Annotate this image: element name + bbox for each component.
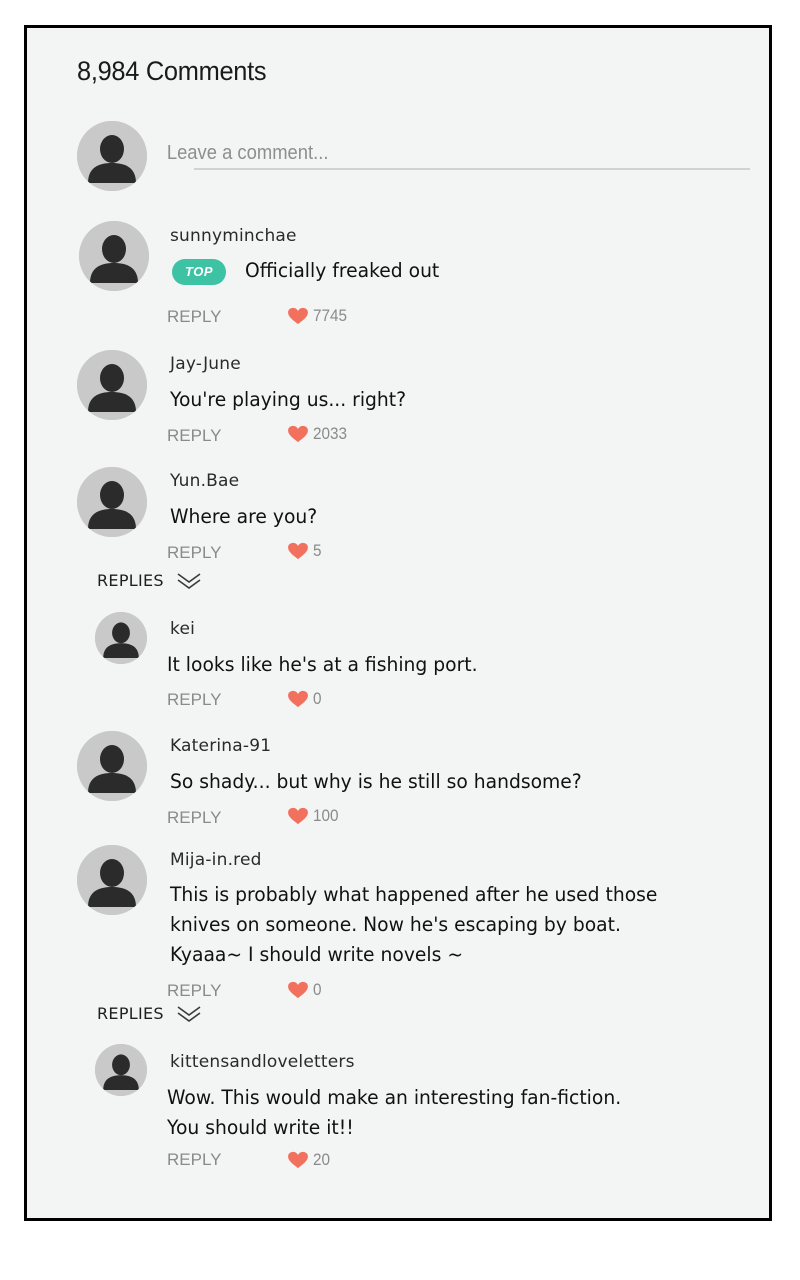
like-button[interactable]: 0: [287, 980, 322, 1000]
avatar[interactable]: [77, 350, 147, 420]
like-button[interactable]: 20: [287, 1150, 332, 1170]
like-count: 5: [313, 541, 322, 560]
heart-icon: [288, 690, 308, 708]
double-chevron-down-icon: [177, 1005, 201, 1022]
reply-button[interactable]: REPLY: [167, 307, 222, 327]
avatar[interactable]: [79, 221, 149, 291]
reply-text: It looks like he's at a fishing port.: [167, 653, 478, 676]
comment-username[interactable]: Yun.Bae: [170, 471, 239, 491]
comment-username[interactable]: Katerina-91: [170, 736, 271, 756]
replies-label: REPLIES: [97, 571, 164, 590]
person-silhouette-icon: [95, 612, 147, 664]
avatar[interactable]: [77, 467, 147, 537]
like-count: 0: [313, 689, 322, 708]
reply-username[interactable]: kittensandloveletters: [170, 1052, 355, 1072]
like-count: 7745: [313, 306, 348, 325]
like-button[interactable]: 0: [287, 689, 322, 709]
heart-icon: [288, 307, 308, 325]
person-silhouette-icon: [77, 350, 147, 420]
comment-username[interactable]: Jay-June: [170, 354, 241, 374]
comments-panel: 8,984 Comments sunnyminchae TOP Official…: [24, 25, 772, 1221]
reply-button[interactable]: REPLY: [167, 543, 222, 563]
reply-button[interactable]: REPLY: [167, 690, 222, 710]
like-count: 2033: [313, 424, 348, 443]
reply-avatar[interactable]: [95, 1044, 147, 1096]
reply-text-line: You should write it!!: [167, 1116, 354, 1139]
like-button[interactable]: 5: [287, 541, 322, 561]
replies-toggle[interactable]: REPLIES: [97, 1004, 202, 1023]
comment-text: You're playing us... right?: [170, 388, 407, 411]
person-silhouette-icon: [77, 731, 147, 801]
like-count: 20: [313, 1150, 331, 1169]
reply-button[interactable]: REPLY: [167, 426, 222, 446]
like-button[interactable]: 100: [287, 806, 341, 826]
comment-text: So shady... but why is he still so hands…: [170, 770, 582, 793]
like-count: 0: [313, 980, 322, 999]
reply-button[interactable]: REPLY: [167, 1150, 222, 1170]
double-chevron-down-icon: [177, 572, 201, 589]
avatar[interactable]: [77, 731, 147, 801]
comment-input-underline: [194, 168, 750, 170]
comment-text-line: Kyaaa~ I should write novels ~: [170, 943, 464, 966]
reply-button[interactable]: REPLY: [167, 981, 222, 1001]
heart-icon: [288, 425, 308, 443]
person-silhouette-icon: [79, 221, 149, 291]
comment-text-line: knives on someone. Now he's escaping by …: [170, 913, 621, 936]
avatar[interactable]: [77, 845, 147, 915]
comment-text-line: This is probably what happened after he …: [170, 883, 658, 906]
reply-username[interactable]: kei: [170, 619, 195, 639]
top-badge: TOP: [172, 259, 226, 285]
comment-input[interactable]: [165, 138, 710, 168]
comment-count-title: 8,984 Comments: [77, 56, 267, 86]
current-user-avatar: [77, 121, 147, 191]
comment-username[interactable]: sunnyminchae: [170, 226, 297, 246]
replies-label: REPLIES: [97, 1004, 164, 1023]
reply-avatar[interactable]: [95, 612, 147, 664]
comment-username[interactable]: Mija-in.red: [170, 850, 262, 870]
comment-text: Where are you?: [170, 505, 318, 528]
reply-button[interactable]: REPLY: [167, 808, 222, 828]
heart-icon: [288, 1151, 308, 1169]
person-silhouette-icon: [77, 121, 147, 191]
like-button[interactable]: 7745: [287, 306, 351, 326]
heart-icon: [288, 807, 308, 825]
like-button[interactable]: 2033: [287, 424, 351, 444]
person-silhouette-icon: [77, 467, 147, 537]
comment-text: Officially freaked out: [245, 259, 440, 282]
replies-toggle[interactable]: REPLIES: [97, 571, 202, 590]
heart-icon: [288, 981, 308, 999]
heart-icon: [288, 542, 308, 560]
like-count: 100: [313, 806, 339, 825]
person-silhouette-icon: [95, 1044, 147, 1096]
person-silhouette-icon: [77, 845, 147, 915]
reply-text-line: Wow. This would make an interesting fan-…: [167, 1086, 622, 1109]
